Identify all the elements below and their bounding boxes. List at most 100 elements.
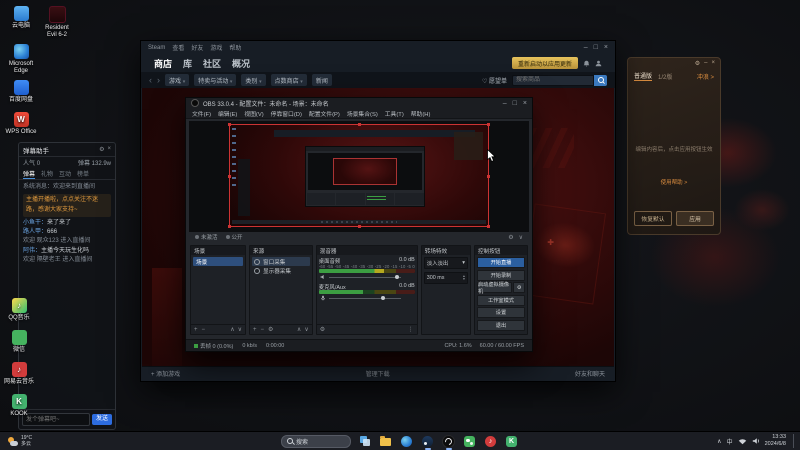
desktop-icon-netease-music[interactable]: ♪ 网易云音乐	[2, 362, 36, 386]
chat-tab-rank[interactable]: 榜单	[77, 169, 89, 178]
tray-expand-icon[interactable]: ∧	[717, 438, 721, 445]
edge-button[interactable]	[399, 434, 414, 449]
selection-handle[interactable]	[228, 174, 231, 178]
obs-minimize-icon[interactable]: –	[503, 100, 507, 107]
send-danmu-button[interactable]: 发送	[91, 414, 112, 425]
mixer-more-icon[interactable]: ⋮	[408, 326, 414, 333]
obs-titlebar[interactable]: OBS 33.0.4 - 配置文件：未命名 - 场景：未命名 – □ ×	[186, 98, 532, 109]
friends-chat-button[interactable]: 好友和聊天	[575, 369, 605, 378]
chat-settings-icon[interactable]: ⚙	[99, 146, 104, 153]
obs-menu-profile[interactable]: 配置文件(P)	[309, 109, 340, 118]
steam-menu-view[interactable]: 查看	[172, 43, 184, 52]
desktop-icon-edge[interactable]: Microsoft Edge	[4, 44, 38, 75]
desktop-icon-baidu-netdisk[interactable]: 百度网盘	[4, 80, 38, 104]
task-view-button[interactable]	[357, 434, 372, 449]
obs-menu-file[interactable]: 文件(F)	[192, 109, 211, 118]
steam-menu-steam[interactable]: Steam	[148, 45, 165, 51]
steam-search-button[interactable]	[594, 74, 607, 86]
back-icon[interactable]: ‹	[149, 75, 152, 85]
companion-settings-icon[interactable]: ⚙	[695, 60, 700, 67]
transition-select[interactable]: 淡入淡出 ▾	[423, 257, 468, 270]
source-visibility-icon[interactable]	[254, 258, 260, 265]
wishlist-link[interactable]: ♡ 愿望单	[482, 76, 507, 85]
file-explorer-button[interactable]	[378, 434, 393, 449]
chat-tab-gift[interactable]: 礼物	[41, 169, 53, 178]
netease-taskbar-button[interactable]: ♪	[483, 434, 498, 449]
scene-list-item[interactable]: 场景	[193, 257, 243, 267]
companion-tab-normal[interactable]: 普通版	[634, 71, 653, 81]
steam-menu-games[interactable]: 游戏	[210, 43, 222, 52]
companion-apply-button[interactable]: 应用	[676, 211, 714, 226]
status-expand-icon[interactable]: ∨	[519, 234, 523, 241]
spin-down-icon[interactable]: ▾	[463, 278, 465, 282]
add-game-button[interactable]: + 添加游戏	[151, 369, 180, 378]
start-recording-button[interactable]: 开始录制	[476, 269, 526, 281]
chat-tab-interact[interactable]: 互动	[59, 169, 71, 178]
selection-handle[interactable]	[487, 174, 490, 178]
selection-handle[interactable]	[358, 122, 361, 126]
obs-close-icon[interactable]: ×	[523, 100, 527, 107]
selection-handle[interactable]	[228, 122, 231, 126]
steam-close-icon[interactable]: ×	[604, 44, 608, 51]
volume-knob[interactable]	[394, 275, 399, 280]
steam-nav-community[interactable]: 社区	[203, 57, 221, 70]
obs-menu-view[interactable]: 视图(V)	[244, 109, 263, 118]
selection-handle[interactable]	[487, 122, 490, 126]
account-icon[interactable]	[595, 60, 602, 67]
chat-close-icon[interactable]: ×	[107, 146, 111, 153]
manage-downloads-button[interactable]: 管理下载	[180, 369, 575, 378]
obs-menu-docks[interactable]: 停靠窗口(D)	[271, 109, 302, 118]
mic-aux-volume-slider[interactable]	[319, 295, 415, 302]
obs-maximize-icon[interactable]: □	[513, 100, 517, 107]
source-move-down-icon[interactable]: ∨	[304, 326, 308, 333]
filter-points-shop[interactable]: 点数商店 ▾	[270, 74, 307, 86]
companion-close-icon[interactable]: ×	[711, 60, 715, 67]
chat-tab-danmu[interactable]: 弹幕	[23, 169, 36, 179]
steam-menu-friends[interactable]: 好友	[191, 43, 203, 52]
add-source-icon[interactable]: +	[253, 327, 257, 333]
desktop-icon-wechat[interactable]: 微信	[2, 330, 36, 354]
desktop-icon-cloud-pc[interactable]: 云电脑	[4, 6, 38, 30]
exit-button[interactable]: 退出	[476, 319, 526, 331]
desktop-audio-volume-slider[interactable]	[319, 274, 415, 281]
steam-minimize-icon[interactable]: –	[584, 44, 588, 51]
selection-handle[interactable]	[358, 225, 361, 229]
companion-surf-link[interactable]: 冲浪 >	[697, 72, 714, 81]
mic-icon[interactable]	[320, 295, 326, 301]
companion-help-link[interactable]: 使用帮助 >	[628, 178, 720, 186]
desktop-icon-kook[interactable]: K KOOK	[2, 394, 36, 418]
desktop-icon-qqmusic[interactable]: ♪ QQ音乐	[2, 298, 36, 322]
studio-mode-button[interactable]: 工作室模式	[476, 294, 526, 306]
source-move-up-icon[interactable]: ∧	[297, 326, 301, 333]
steam-nav-store[interactable]: 商店	[154, 57, 172, 70]
weather-widget[interactable]: 19°C 多云	[0, 435, 40, 448]
source-list-item[interactable]: 显示器采集	[252, 266, 310, 275]
remove-scene-icon[interactable]: −	[202, 327, 206, 333]
steam-maximize-icon[interactable]: □	[594, 44, 598, 51]
source-visibility-icon[interactable]	[254, 267, 260, 274]
selection-handle[interactable]	[487, 225, 490, 229]
filter-sales[interactable]: 特卖与活动 ▾	[194, 74, 237, 86]
companion-minimize-icon[interactable]: –	[704, 60, 707, 67]
wechat-taskbar-button[interactable]	[462, 434, 477, 449]
obs-menu-tools[interactable]: 工具(T)	[385, 109, 404, 118]
kook-taskbar-button[interactable]: K	[504, 434, 519, 449]
obs-menu-scene-collection[interactable]: 场景集合(S)	[347, 109, 378, 118]
filter-news[interactable]: 新闻	[311, 74, 332, 86]
start-virtual-camera-button[interactable]: 启动虚拟摄像机	[476, 282, 512, 295]
steam-update-button[interactable]: 重新启动以应用更新	[511, 57, 578, 69]
show-desktop-button[interactable]	[793, 434, 797, 448]
companion-tab-half[interactable]: 1/2版	[658, 72, 672, 81]
volume-icon[interactable]	[752, 437, 760, 445]
taskbar-search[interactable]: 搜索	[281, 434, 351, 448]
source-list-item[interactable]: 窗口采集	[252, 257, 310, 267]
desktop-icon-wps[interactable]: W WPS Office	[4, 112, 38, 136]
filter-categories[interactable]: 类别 ▾	[241, 74, 266, 86]
ime-indicator[interactable]: 中	[727, 437, 733, 446]
add-scene-icon[interactable]: +	[194, 327, 198, 333]
status-settings-icon[interactable]: ⚙	[508, 234, 513, 241]
wifi-icon[interactable]	[738, 438, 747, 445]
clock[interactable]: 13:33 2024/6/8	[765, 434, 786, 448]
scene-move-down-icon[interactable]: ∨	[238, 326, 242, 333]
desktop-icon-resident-evil[interactable]: Resident Evil 6-2	[40, 6, 74, 39]
